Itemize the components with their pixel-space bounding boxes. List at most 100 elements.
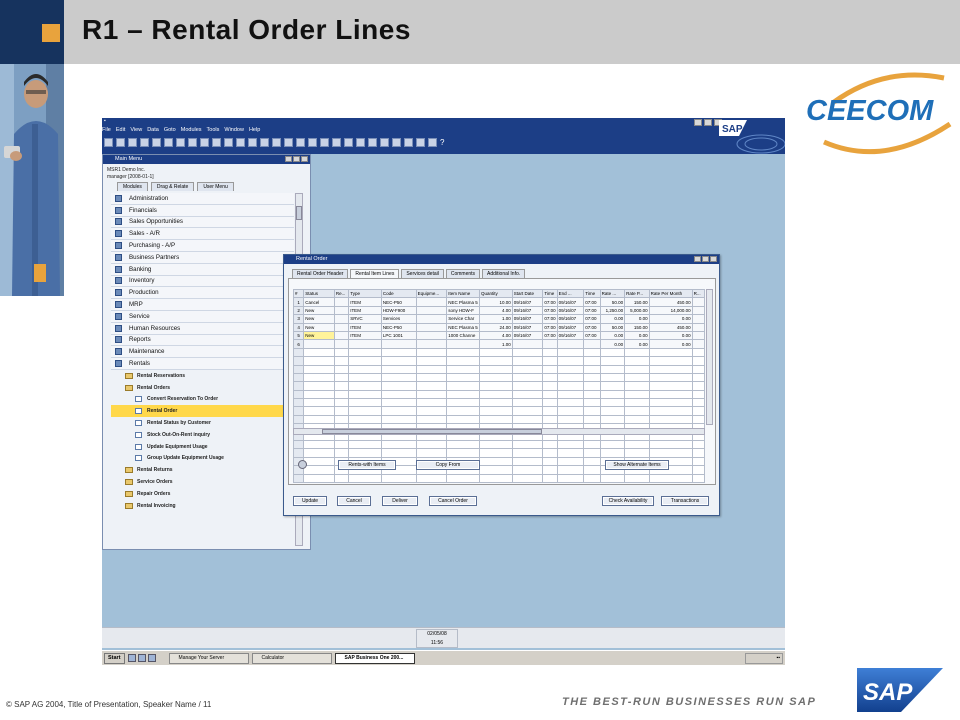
gross-profit-icon[interactable] <box>356 138 365 147</box>
folder-rental-reservations[interactable]: Rental Reservations <box>111 370 294 382</box>
table-cell[interactable] <box>415 406 448 416</box>
empty-row[interactable] <box>292 347 706 358</box>
table-cell[interactable] <box>348 440 382 450</box>
table-cell[interactable] <box>542 398 558 408</box>
table-cell[interactable]: NEC-P50 <box>380 297 417 307</box>
table-cell[interactable]: 50.00 <box>599 297 626 307</box>
table-cell[interactable] <box>624 389 650 400</box>
base-document-icon[interactable] <box>332 138 341 147</box>
table-cell[interactable]: 07:00 <box>583 305 601 316</box>
table-cell[interactable] <box>583 389 601 400</box>
table-cell[interactable]: 07:00 <box>542 322 558 332</box>
table-cell[interactable] <box>542 372 558 383</box>
table-cell[interactable] <box>542 448 558 458</box>
table-cell[interactable]: 0.00 <box>624 339 650 349</box>
check-availability-button[interactable]: Check Availability <box>602 496 654 506</box>
table-cell[interactable] <box>556 381 585 391</box>
table-cell[interactable] <box>556 356 585 366</box>
table-cell[interactable] <box>415 356 448 366</box>
table-cell[interactable] <box>303 347 335 358</box>
folder-rental-orders[interactable]: Rental Orders <box>111 382 294 394</box>
table-cell[interactable] <box>556 339 585 349</box>
table-cell[interactable] <box>691 473 706 484</box>
table-cell[interactable] <box>446 356 480 366</box>
table-cell[interactable] <box>479 414 513 425</box>
table-cell[interactable] <box>446 372 480 383</box>
table-cell[interactable]: 1.00 <box>479 339 513 349</box>
table-cell[interactable] <box>380 372 417 383</box>
table-cell[interactable]: 07:00 <box>542 330 558 341</box>
table-cell[interactable] <box>691 389 706 400</box>
table-cell[interactable]: NEC Plasma 5 <box>446 297 480 307</box>
minimize-icon[interactable] <box>694 119 702 126</box>
table-cell[interactable] <box>333 406 350 416</box>
table-cell[interactable] <box>479 372 513 383</box>
table-cell[interactable] <box>542 347 558 358</box>
table-cell[interactable] <box>583 364 601 374</box>
table-cell[interactable] <box>415 389 448 400</box>
menu-modules[interactable]: Modules <box>181 127 202 136</box>
table-cell[interactable]: 14,000.00 <box>648 305 693 316</box>
transactions-button[interactable]: Transactions <box>661 496 709 506</box>
table-cell[interactable]: 1,250.00 <box>599 305 626 316</box>
table-cell[interactable] <box>691 305 706 316</box>
table-cell[interactable]: ITEM <box>348 322 382 332</box>
module-purchasing-ap[interactable]: Purchasing - A/P <box>111 240 294 252</box>
table-cell[interactable] <box>648 414 693 425</box>
table-cell[interactable] <box>624 440 650 450</box>
table-cell[interactable] <box>380 364 417 374</box>
main-menu-title[interactable]: Main Menu <box>103 155 310 164</box>
module-rentals[interactable]: Rentals <box>111 358 294 370</box>
table-cell[interactable]: ITEM <box>348 297 382 307</box>
attachment-icon[interactable] <box>298 460 307 469</box>
module-financials[interactable]: Financials <box>111 204 294 217</box>
empty-row[interactable] <box>292 364 706 374</box>
table-row[interactable]: 3 New SRVC Services Service Char 1.00 09/16/07… <box>292 314 706 324</box>
table-cell[interactable] <box>542 456 558 467</box>
tab-comments[interactable]: Comments <box>445 269 481 278</box>
item-rental-order[interactable]: Rental Order <box>111 405 294 418</box>
item-convert-reservation[interactable]: Convert Reservation To Order <box>111 394 294 406</box>
task-manage-server[interactable]: Manage Your Server <box>168 652 249 664</box>
table-cell[interactable] <box>691 356 706 366</box>
table-cell[interactable] <box>348 364 382 374</box>
table-cell[interactable] <box>511 398 544 408</box>
table-cell[interactable] <box>542 339 558 349</box>
table-cell[interactable]: Cancel <box>303 297 335 307</box>
table-cell[interactable] <box>446 448 480 458</box>
table-cell[interactable] <box>479 398 513 408</box>
table-cell[interactable] <box>303 381 335 391</box>
table-cell[interactable] <box>583 448 601 458</box>
table-cell[interactable] <box>511 389 544 400</box>
table-cell[interactable]: HDW-F900 <box>380 305 417 316</box>
tab-additional-info[interactable]: Additional Info. <box>482 269 526 278</box>
table-cell[interactable] <box>583 465 601 475</box>
empty-row[interactable] <box>292 473 706 484</box>
table-cell[interactable] <box>292 473 305 484</box>
table-cell[interactable] <box>583 356 601 366</box>
table-cell[interactable] <box>303 448 335 458</box>
table-cell[interactable] <box>303 364 335 374</box>
table-cell[interactable]: 0.00 <box>648 339 693 349</box>
table-cell[interactable] <box>446 473 480 484</box>
table-cell[interactable] <box>333 305 350 316</box>
table-cell[interactable] <box>511 339 544 349</box>
module-service[interactable]: Service <box>111 310 294 323</box>
maximize-icon[interactable] <box>702 256 709 262</box>
open-icon[interactable] <box>116 138 125 147</box>
table-cell[interactable] <box>583 456 601 467</box>
table-cell[interactable] <box>691 364 706 374</box>
excel-icon[interactable] <box>176 138 185 147</box>
task-sap-business-one[interactable]: SAP Business One 200... <box>334 652 415 664</box>
table-cell[interactable] <box>415 297 448 307</box>
folder-repair-orders[interactable]: Repair Orders <box>111 488 294 500</box>
table-cell[interactable] <box>292 347 305 358</box>
empty-row[interactable] <box>292 406 706 416</box>
col-header[interactable]: R... <box>691 288 706 299</box>
table-cell[interactable] <box>542 406 558 416</box>
col-header[interactable]: End ... <box>556 288 585 299</box>
table-cell[interactable] <box>511 465 544 475</box>
table-cell[interactable]: Service Char <box>446 314 480 324</box>
table-cell[interactable]: 07:00 <box>583 322 601 332</box>
table-cell[interactable] <box>348 448 382 458</box>
